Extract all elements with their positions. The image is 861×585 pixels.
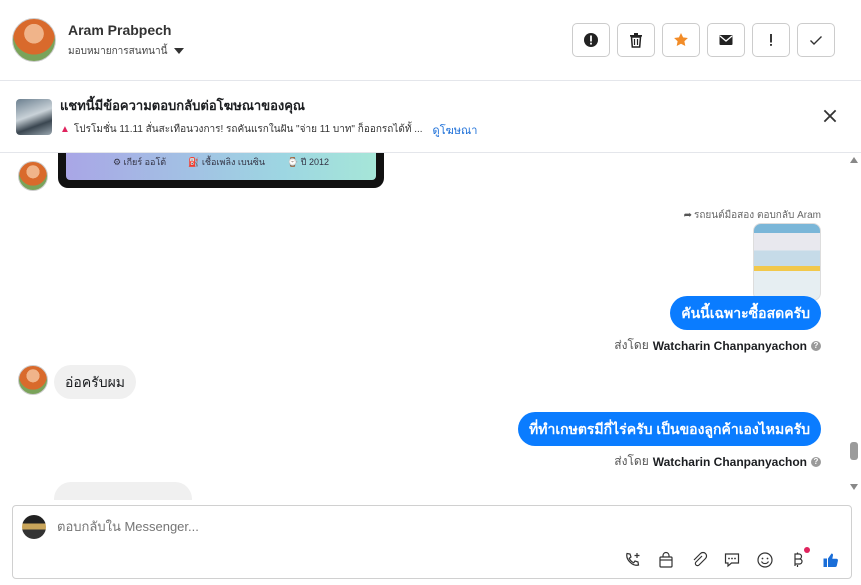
report-spam-button[interactable] (572, 23, 610, 57)
contact-avatar-small (18, 161, 48, 191)
mark-important-button[interactable] (752, 23, 790, 57)
paperclip-icon (693, 551, 708, 567)
star-button[interactable] (662, 23, 700, 57)
outgoing-message[interactable]: คันนี้เฉพาะซื้อสดครับ (670, 296, 821, 330)
assign-label: มอบหมายการสนทนานี้ (68, 45, 168, 57)
page-avatar (22, 515, 46, 539)
thread-scrollbar[interactable] (847, 153, 861, 500)
info-icon[interactable]: ? (811, 340, 821, 351)
shop-button[interactable] (656, 550, 676, 570)
baht-icon (794, 552, 803, 567)
mark-unread-button[interactable] (707, 23, 745, 57)
conversation-header: Aram Prabpech มอบหมายการสนทนานี้ (0, 0, 861, 81)
chat-bubble-icon (724, 553, 740, 568)
call-button[interactable] (623, 550, 643, 570)
payment-button[interactable] (788, 547, 810, 570)
siren-icon: ▲ (60, 124, 70, 135)
thumbs-up-icon (823, 553, 838, 568)
banner-ad-text: โปรโมชั่น 11.11 สั่นสะเทือนวงการ! รถคันแ… (73, 124, 423, 135)
listing-card-details: ⚙ เกียร์ ออโต้ ⛽ เชื้อเพลิง เบนซิน ⌚ ปี … (66, 153, 376, 180)
delete-button[interactable] (617, 23, 655, 57)
banner-ad-line: ▲ โปรโมชั่น 11.11 สั่นสะเทือนวงการ! รถคั… (60, 121, 477, 139)
sent-by-prefix: ส่งโดย (614, 454, 649, 468)
listing-fuel: ⛽ เชื้อเพลิง เบนซิน (188, 156, 266, 167)
banner-title: แชทนี้มีข้อความตอบกลับต่อโฆษณาของคุณ (60, 97, 305, 113)
star-icon (674, 33, 688, 46)
scrollbar-thumb[interactable] (850, 442, 858, 460)
emoji-button[interactable] (755, 550, 775, 570)
reply-arrow-icon: ➦ (683, 210, 692, 221)
reply-input[interactable] (57, 519, 757, 534)
contact-avatar[interactable] (12, 18, 56, 62)
view-ad-link[interactable]: ดูโฆษณา (433, 121, 478, 139)
mark-done-button[interactable] (797, 23, 835, 57)
shopping-bag-icon (659, 551, 673, 568)
ad-preview-image[interactable] (753, 223, 821, 301)
exclamation-icon (770, 34, 772, 46)
ad-reply-banner: แชทนี้มีข้อความตอบกลับต่อโฆษณาของคุณ ▲ โ… (0, 81, 861, 153)
listing-gear: ⚙ เกียร์ ออโต้ (112, 156, 167, 167)
incoming-message[interactable]: อ่อครับผม (54, 365, 137, 399)
trash-icon (630, 33, 642, 48)
header-actions (572, 23, 835, 57)
caret-down-icon (174, 48, 185, 54)
alert-circle-icon (584, 33, 598, 47)
shared-listing-card[interactable]: ⚙ เกียร์ ออโต้ ⛽ เชื้อเพลิง เบนซิน ⌚ ปี … (58, 153, 384, 188)
scroll-down-arrow-icon[interactable] (850, 484, 858, 490)
assign-conversation-dropdown[interactable]: มอบหมายการสนทนานี้ (68, 44, 185, 59)
scroll-up-arrow-icon[interactable] (850, 157, 858, 163)
like-button[interactable] (821, 550, 841, 570)
saved-replies-button[interactable] (722, 550, 742, 570)
sent-by-label: ส่งโดย Watcharin Chanpanyachon ? (614, 452, 821, 471)
attach-button[interactable] (689, 550, 709, 570)
sender-name: Watcharin Chanpanyachon (652, 454, 807, 469)
smiley-icon (757, 552, 773, 568)
reply-context: ➦ รถยนต์มือสอง ตอบกลับ Aram (684, 208, 821, 223)
envelope-icon (719, 35, 733, 45)
outgoing-message[interactable]: ที่ทำเกษตรมีกี่ไร่ครับ เป็นของลูกค้าเองไ… (518, 412, 821, 446)
notification-dot (804, 547, 810, 553)
info-icon[interactable]: ? (811, 456, 821, 467)
contact-avatar-small (18, 365, 48, 395)
sender-name: Watcharin Chanpanyachon (652, 338, 807, 353)
listing-year: ⌚ ปี 2012 (287, 156, 330, 167)
ad-thumbnail (16, 98, 52, 135)
checkmark-icon (810, 36, 822, 45)
phone-plus-icon (626, 552, 640, 566)
contact-info: Aram Prabpech มอบหมายการสนทนานี้ (68, 22, 185, 59)
contact-name[interactable]: Aram Prabpech (68, 22, 184, 38)
banner-text: แชทนี้มีข้อความตอบกลับต่อโฆษณาของคุณ ▲ โ… (60, 95, 477, 139)
message-thread[interactable]: ⚙ เกียร์ ออโต้ ⛽ เชื้อเพลิง เบนซิน ⌚ ปี … (0, 153, 861, 500)
sent-by-prefix: ส่งโดย (614, 338, 649, 352)
close-icon[interactable] (821, 107, 839, 125)
reply-composer (12, 505, 852, 579)
reply-context-text: รถยนต์มือสอง ตอบกลับ Aram (693, 210, 821, 221)
sent-by-label: ส่งโดย Watcharin Chanpanyachon ? (614, 336, 821, 355)
incoming-message-partial[interactable] (54, 482, 192, 500)
composer-toolbar (623, 547, 841, 570)
